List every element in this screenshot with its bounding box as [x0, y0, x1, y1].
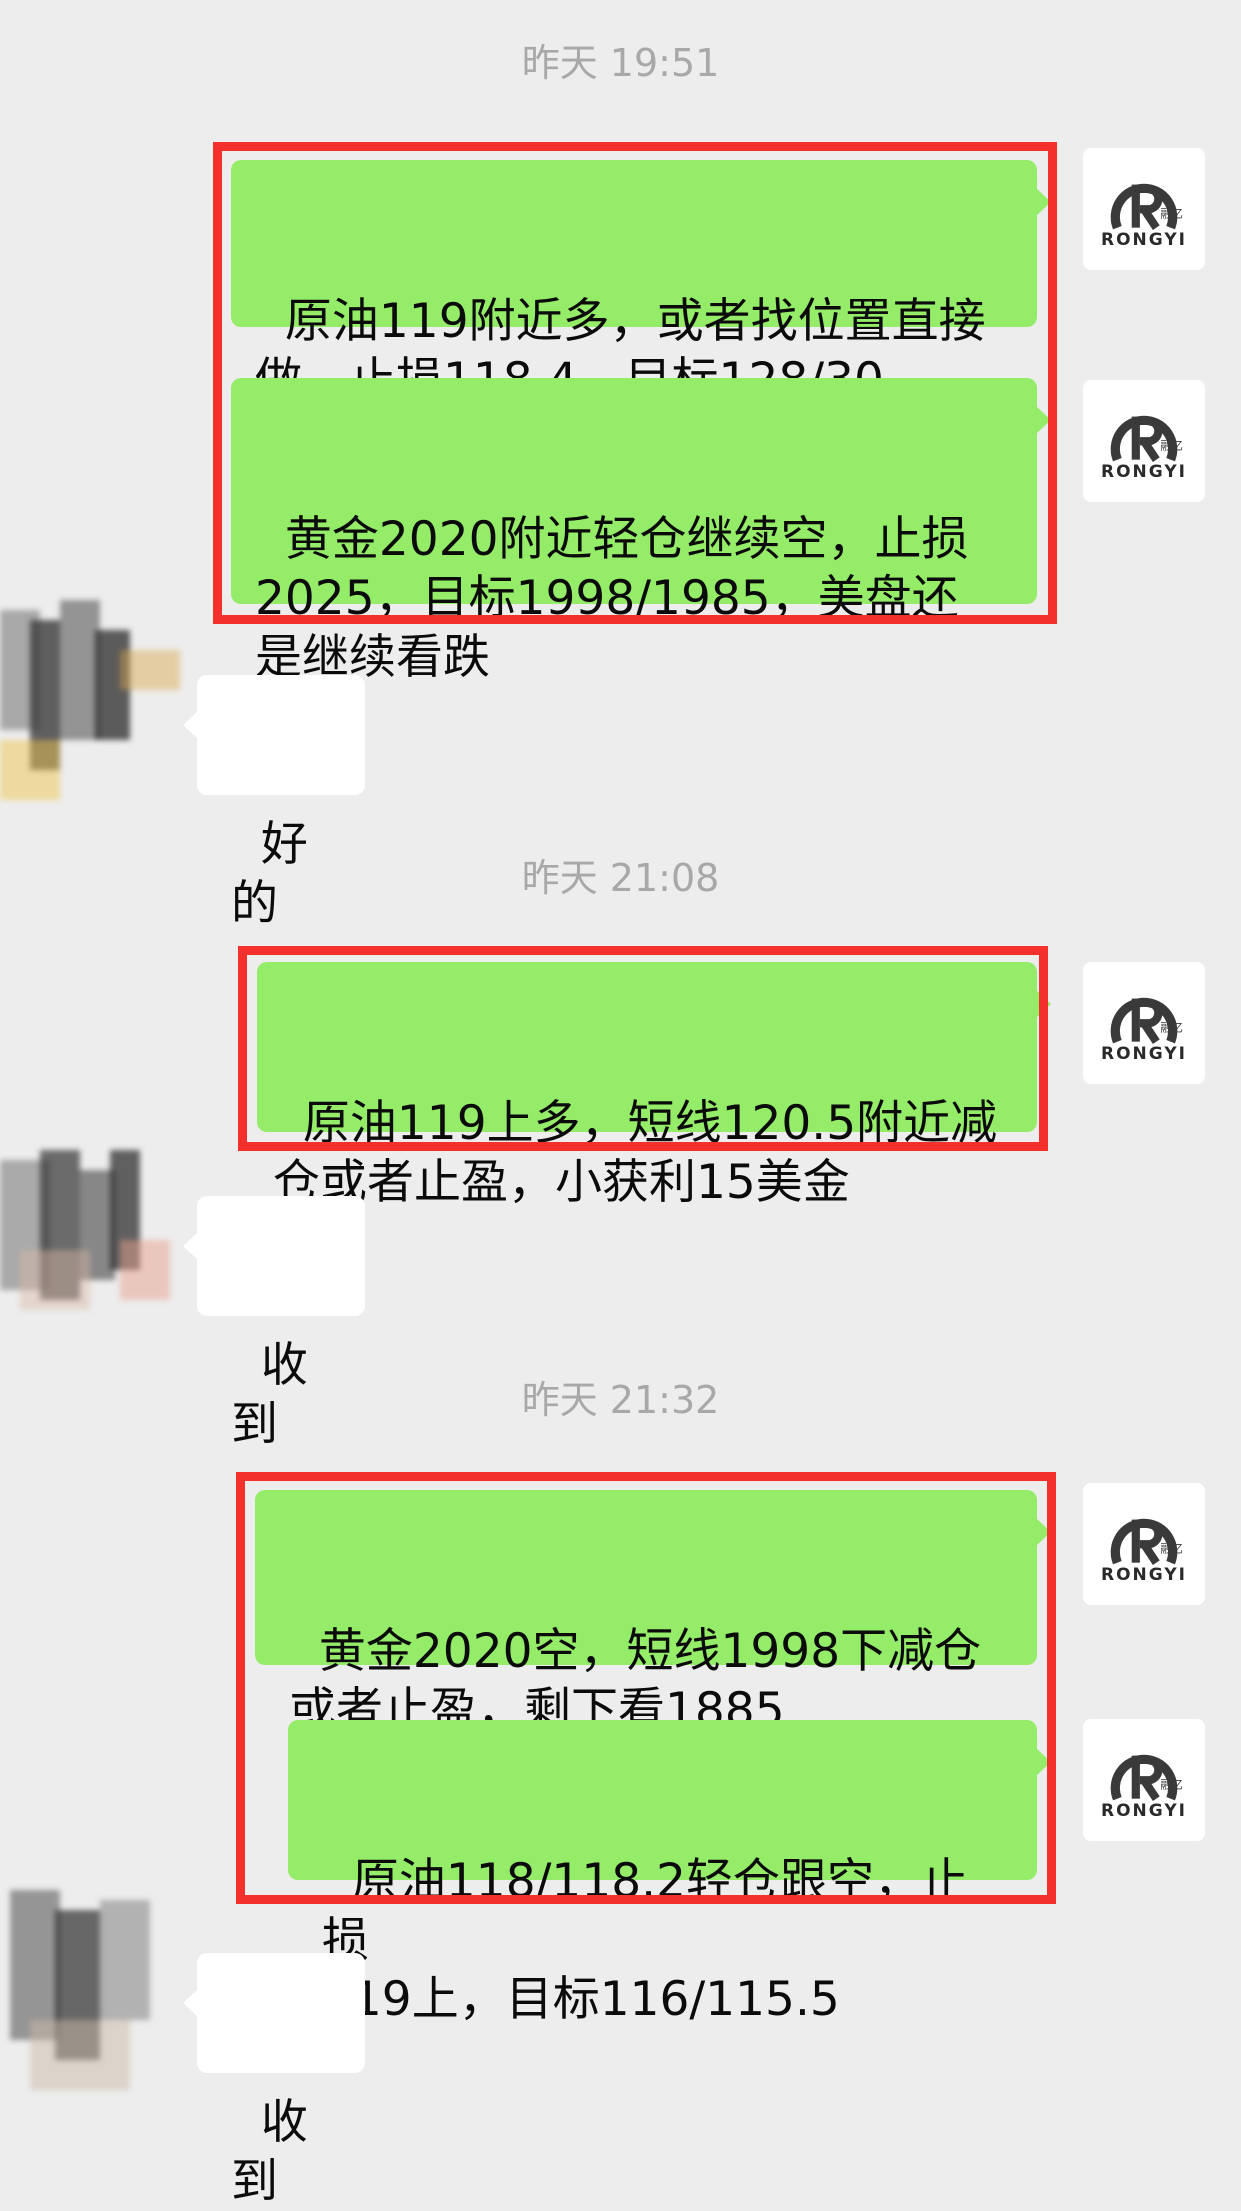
- message-text: 收到: [231, 2095, 308, 2209]
- logo-text: RONGYI: [1101, 1801, 1187, 1821]
- message-text: 黄金2020附近轻仓继续空，止损 2025，目标1998/1985，美盘还 是继…: [255, 512, 969, 685]
- logo-text: RONGYI: [1101, 1565, 1187, 1585]
- message-bubble-sent[interactable]: 原油119上多，短线120.5附近减 仓或者止盈，小获利15美金: [257, 962, 1051, 1210]
- message-text: 原油119上多，短线120.5附近减 仓或者止盈，小获利15美金: [273, 1096, 998, 1210]
- message-text: 原油118/118.2轻仓跟空，止损 119上，目标116/115.5: [322, 1854, 968, 2027]
- message-bubble-sent[interactable]: 黄金2020附近轻仓继续空，止损 2025，目标1998/1985，美盘还 是继…: [231, 378, 1051, 685]
- logo-text: RONGYI: [1101, 230, 1187, 250]
- logo-text: RONGYI: [1101, 462, 1187, 482]
- sender-avatar[interactable]: RONGYI: [1083, 380, 1205, 502]
- sender-avatar[interactable]: RONGYI: [1083, 148, 1205, 270]
- rongyi-logo-icon: [1103, 1503, 1185, 1567]
- timestamp-2: 昨天 21:08: [521, 856, 720, 900]
- message-bubble-sent[interactable]: 黄金2020空，短线1998下减仓 或者止盈，剩下看1885: [255, 1490, 1051, 1738]
- message-bubble-received[interactable]: 收到: [183, 1196, 365, 1452]
- receiver-avatar-blurred[interactable]: [0, 1890, 190, 2090]
- rongyi-logo-icon: [1103, 168, 1185, 232]
- rongyi-logo-icon: [1103, 1739, 1185, 1803]
- message-bubble-sent[interactable]: 原油119附近多，或者找位置直接 做，止损118.4，目标128/30: [231, 160, 1051, 408]
- message-bubble-received[interactable]: 收到: [183, 1953, 365, 2209]
- rongyi-logo-icon: [1103, 982, 1185, 1046]
- sender-avatar[interactable]: RONGYI: [1083, 1719, 1205, 1841]
- receiver-avatar-blurred[interactable]: [0, 600, 190, 800]
- timestamp-1: 昨天 19:51: [521, 41, 720, 85]
- logo-text: RONGYI: [1101, 1044, 1187, 1064]
- sender-avatar[interactable]: RONGYI: [1083, 962, 1205, 1084]
- timestamp-3: 昨天 21:32: [521, 1378, 720, 1422]
- message-bubble-received[interactable]: 好的: [183, 675, 365, 931]
- rongyi-logo-icon: [1103, 400, 1185, 464]
- receiver-avatar-blurred[interactable]: [0, 1130, 190, 1330]
- message-bubble-sent[interactable]: 原油118/118.2轻仓跟空，止损 119上，目标116/115.5: [288, 1720, 1051, 2027]
- sender-avatar[interactable]: RONGYI: [1083, 1483, 1205, 1605]
